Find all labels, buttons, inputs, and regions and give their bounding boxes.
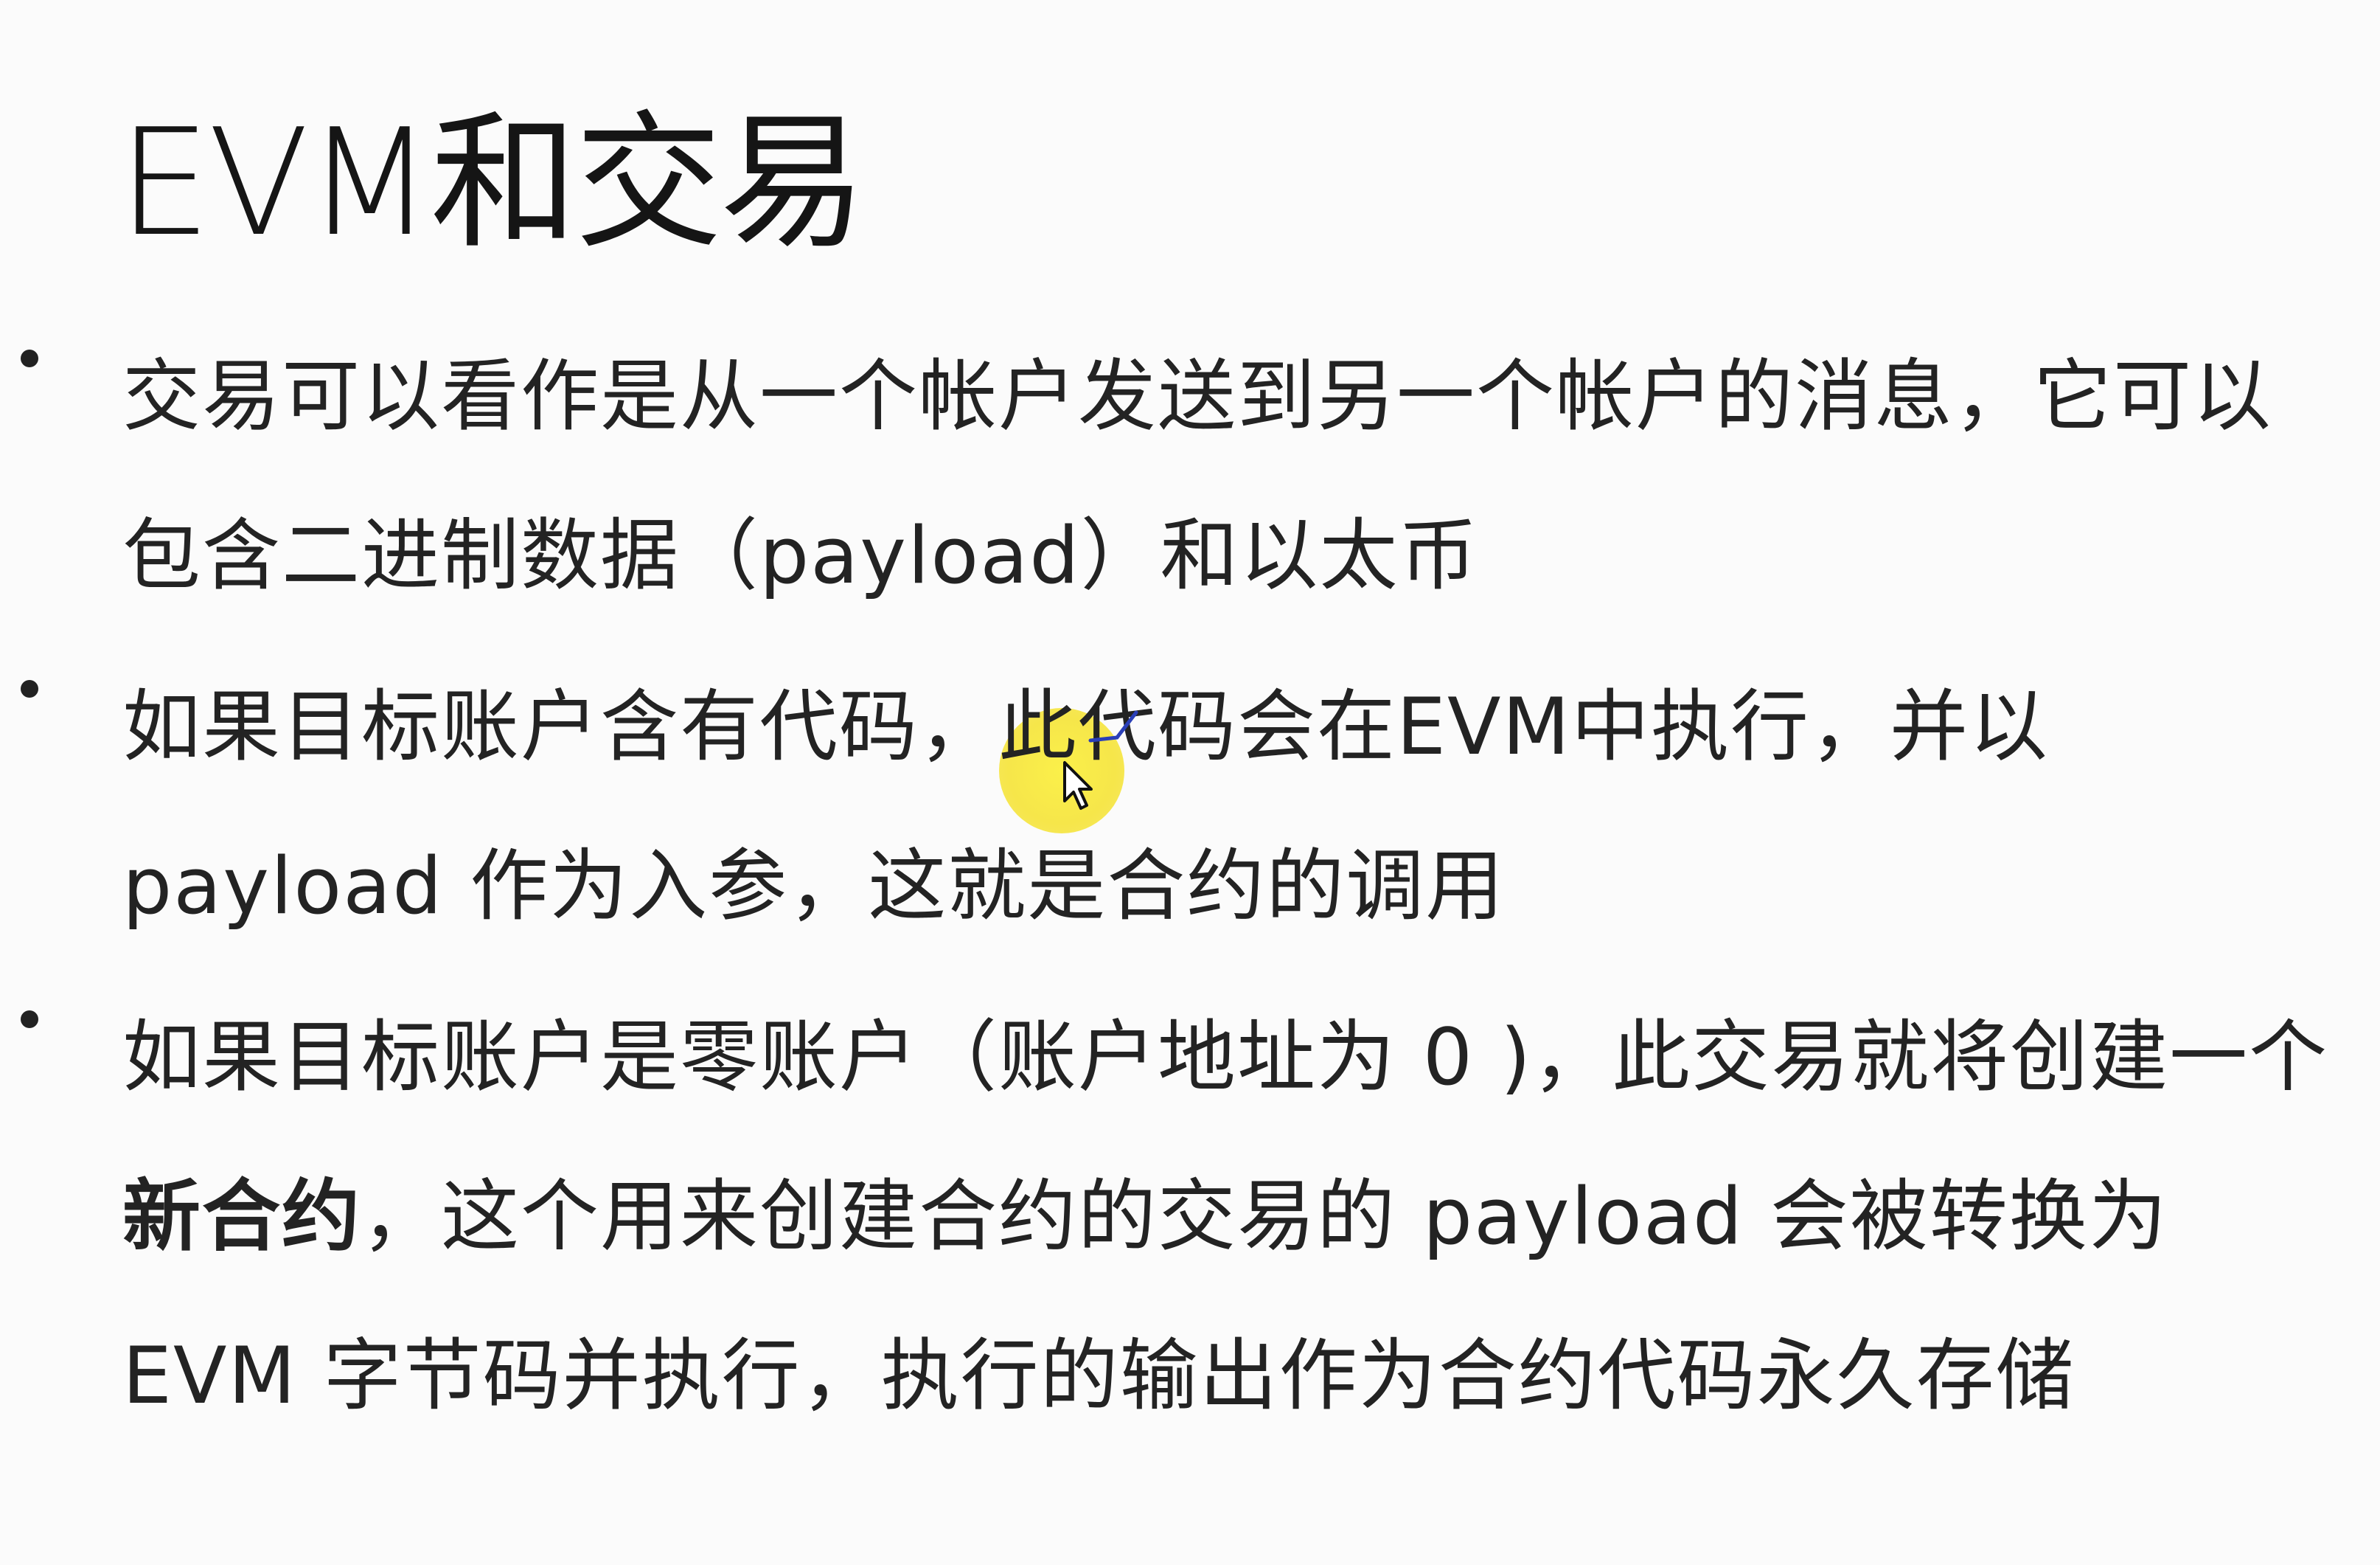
bullet-item: 如果目标账户是零账户（账户地址为 0 )，此交易就将创建一个 新合约，这个用来创… — [0, 978, 2380, 1456]
slide-title: EVM和交易 — [118, 97, 867, 269]
bullet-text-segment: ，这个用来创建合约的交易的 payload 会被转换为 EVM 字节码并执行，执… — [122, 1171, 2168, 1421]
presentation-slide: EVM和交易 交易可以看作是从一个帐户发送到另一个帐户的消息，它可以包含二进制数… — [0, 0, 2380, 1565]
bullet-dot-icon — [21, 680, 38, 698]
bullet-text: 如果目标账户含有代码，此代码会在EVM中执行，并以 payload 作为入参，这… — [122, 648, 2351, 966]
bullet-text-segment: 交易可以看作是从一个帐户发送到另一个帐户的消息，它可以包含二进制数据（paylo… — [122, 351, 2272, 601]
bullet-text: 如果目标账户是零账户（账户地址为 0 )，此交易就将创建一个 新合约，这个用来创… — [122, 978, 2351, 1456]
bullet-text-bold-segment: 新合约 — [122, 1171, 361, 1262]
bullet-dot-icon — [21, 350, 38, 367]
bullet-list: 交易可以看作是从一个帐户发送到另一个帐户的消息，它可以包含二进制数据（paylo… — [0, 317, 2380, 1468]
bullet-dot-icon — [21, 1010, 38, 1028]
bullet-item: 如果目标账户含有代码，此代码会在EVM中执行，并以 payload 作为入参，这… — [0, 648, 2380, 966]
bullet-text: 交易可以看作是从一个帐户发送到另一个帐户的消息，它可以包含二进制数据（paylo… — [122, 317, 2351, 636]
pen-annotation-mark — [1088, 710, 1138, 743]
bullet-text-segment: 如果目标账户是零账户（账户地址为 0 )，此交易就将创建一个 — [122, 1012, 2329, 1103]
bullet-item: 交易可以看作是从一个帐户发送到另一个帐户的消息，它可以包含二进制数据（paylo… — [0, 317, 2380, 636]
mouse-pointer-icon — [1063, 761, 1093, 810]
